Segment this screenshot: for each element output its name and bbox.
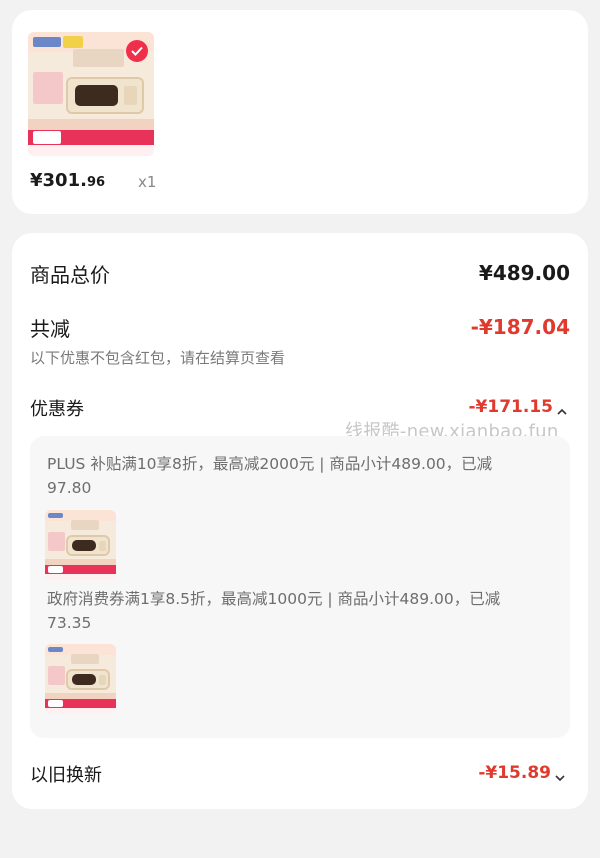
discount-value: -¥187.04 [470,315,570,339]
coupon-detail-panel: PLUS 补贴满10享8折，最高减2000元 | 商品小计489.00，已减 9… [30,436,570,738]
coupon-value: -¥171.15 [468,397,554,417]
chevron-down-icon[interactable] [554,768,566,782]
discount-label: 共减 [30,317,70,341]
coupon-toggle[interactable]: -¥171.15 [469,397,569,417]
coupon-label: 优惠券 [30,399,84,420]
price-summary-card: 商品总价 ¥489.00 共减 -¥187.04 以下优惠不包含红包，请在结算页… [12,233,588,809]
checkmark-icon[interactable] [126,40,148,62]
trade-in-label: 以旧换新 [30,765,102,786]
discount-note: 以下优惠不包含红包，请在结算页查看 [30,349,286,367]
coupon-product-image [45,644,116,714]
total-label: 商品总价 [30,263,110,287]
chevron-up-icon[interactable] [556,402,568,415]
product-card: ¥301.96 x1 [12,10,588,214]
trade-in-toggle[interactable]: -¥15.89 [478,763,566,783]
total-value: ¥489.00 [478,261,570,285]
coupon-product-image [45,510,116,580]
trade-in-value: -¥15.89 [478,763,551,783]
coupon-item: PLUS 补贴满10享8折，最高减2000元 | 商品小计489.00，已减 9… [47,455,493,497]
product-quantity: x1 [138,173,157,191]
product-price: ¥301.96 [30,170,106,191]
coupon-item: 政府消费券满1享8.5折，最高减1000元 | 商品小计489.00，已减 73… [47,590,501,632]
product-image[interactable] [28,32,154,156]
